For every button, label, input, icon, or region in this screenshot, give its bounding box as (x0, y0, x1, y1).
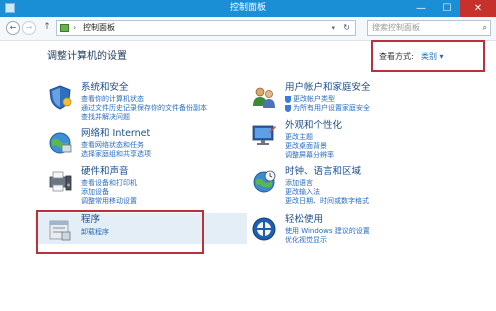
category-title[interactable]: 用户帐户和家庭安全 (285, 82, 371, 94)
category-user-accounts: 用户帐户和家庭安全 更改帐户类型 为所有用户设置家庭安全 (251, 82, 491, 118)
users-icon[interactable] (251, 84, 277, 110)
uac-shield-icon (285, 105, 291, 112)
category-title[interactable]: 外观和个性化 (285, 120, 342, 132)
programs-annotation-box (36, 210, 204, 254)
category-title[interactable]: 时钟、语言和区域 (285, 166, 361, 178)
category-link[interactable]: 查看网络状态和任务 (81, 141, 144, 150)
category-link[interactable]: 选择家庭组和共享选项 (81, 150, 151, 159)
network-globe-icon[interactable] (47, 130, 73, 156)
uac-shield-icon (285, 96, 291, 103)
search-icon[interactable]: ⌕ (483, 22, 487, 34)
title-bar: 控制面板 — ☐ ✕ (0, 0, 496, 17)
security-shield-icon[interactable] (47, 84, 73, 110)
category-link[interactable]: 优化视觉显示 (285, 236, 327, 245)
category-link[interactable]: 调整常用移动设置 (81, 197, 137, 206)
ease-of-access-icon[interactable] (251, 216, 277, 242)
refresh-icon[interactable]: ↻ (343, 22, 350, 34)
category-title[interactable]: 系统和安全 (81, 82, 129, 94)
category-title[interactable]: 轻松使用 (285, 214, 323, 226)
category-hardware-sound: 硬件和声音 查看设备和打印机 添加设备 调整常用移动设置 (47, 166, 247, 210)
category-title[interactable]: 网络和 Internet (81, 128, 150, 140)
address-field[interactable]: › 控制面板 ▾ ↻ (56, 20, 356, 36)
address-dropdown-icon[interactable]: ▾ (331, 22, 335, 34)
category-system-security: 系统和安全 查看你的计算机状态 通过文件历史记录保存你的文件备份副本 查找并解决… (47, 82, 247, 126)
page-title: 调整计算机的设置 (47, 51, 127, 62)
category-link[interactable]: 更改日期、时间或数字格式 (285, 197, 369, 206)
search-input[interactable]: 搜索控制面板 ⌕ (367, 20, 491, 36)
category-link[interactable]: 查看设备和打印机 (81, 179, 137, 188)
category-ease-of-access: 轻松使用 使用 Windows 建议的设置 优化视觉显示 (251, 214, 491, 250)
view-by-value[interactable]: 类别 (421, 52, 437, 61)
control-panel-icon (60, 24, 69, 32)
search-placeholder: 搜索控制面板 (372, 23, 420, 32)
breadcrumb-separator[interactable]: › (73, 22, 76, 34)
category-link[interactable]: 更改桌面背景 (285, 142, 327, 151)
maximize-button[interactable]: ☐ (434, 0, 460, 17)
category-link[interactable]: 调整屏幕分辨率 (285, 151, 334, 160)
view-by-selector: 查看方式: 类别 ▾ (371, 40, 485, 72)
breadcrumb-control-panel[interactable]: 控制面板 (83, 22, 115, 34)
address-bar: ← → ↑ › 控制面板 ▾ ↻ 搜索控制面板 ⌕ (0, 17, 496, 41)
category-link[interactable]: 添加设备 (81, 188, 109, 197)
category-link[interactable]: 使用 Windows 建议的设置 (285, 227, 370, 236)
category-link[interactable]: 为所有用户设置家庭安全 (293, 104, 370, 113)
up-button[interactable]: ↑ (40, 21, 54, 35)
category-link[interactable]: 查看你的计算机状态 (81, 95, 144, 104)
category-link[interactable]: 更改帐户类型 (293, 95, 335, 104)
category-link[interactable]: 查找并解决问题 (81, 113, 130, 122)
category-title[interactable]: 硬件和声音 (81, 166, 129, 178)
category-clock-language-region: 时钟、语言和区域 添加语言 更改输入法 更改日期、时间或数字格式 (251, 166, 491, 210)
category-link[interactable]: 更改主题 (285, 133, 313, 142)
clock-globe-icon[interactable] (251, 168, 277, 194)
view-by-label: 查看方式: (379, 52, 414, 61)
minimize-button[interactable]: — (408, 0, 434, 17)
forward-button[interactable]: → (22, 21, 36, 35)
category-appearance: 外观和个性化 更改主题 更改桌面背景 调整屏幕分辨率 (251, 120, 491, 164)
category-network-internet: 网络和 Internet 查看网络状态和任务 选择家庭组和共享选项 (47, 128, 247, 164)
back-button[interactable]: ← (6, 21, 20, 35)
close-button[interactable]: ✕ (460, 0, 496, 17)
category-link[interactable]: 通过文件历史记录保存你的文件备份副本 (81, 104, 207, 113)
view-by-dropdown[interactable]: 类别 ▾ (421, 52, 444, 62)
category-link[interactable]: 更改输入法 (285, 188, 320, 197)
category-link[interactable]: 添加语言 (285, 179, 313, 188)
printer-speaker-icon[interactable] (47, 168, 73, 194)
display-personalize-icon[interactable] (251, 122, 277, 148)
chevron-down-icon[interactable]: ▾ (440, 52, 444, 61)
